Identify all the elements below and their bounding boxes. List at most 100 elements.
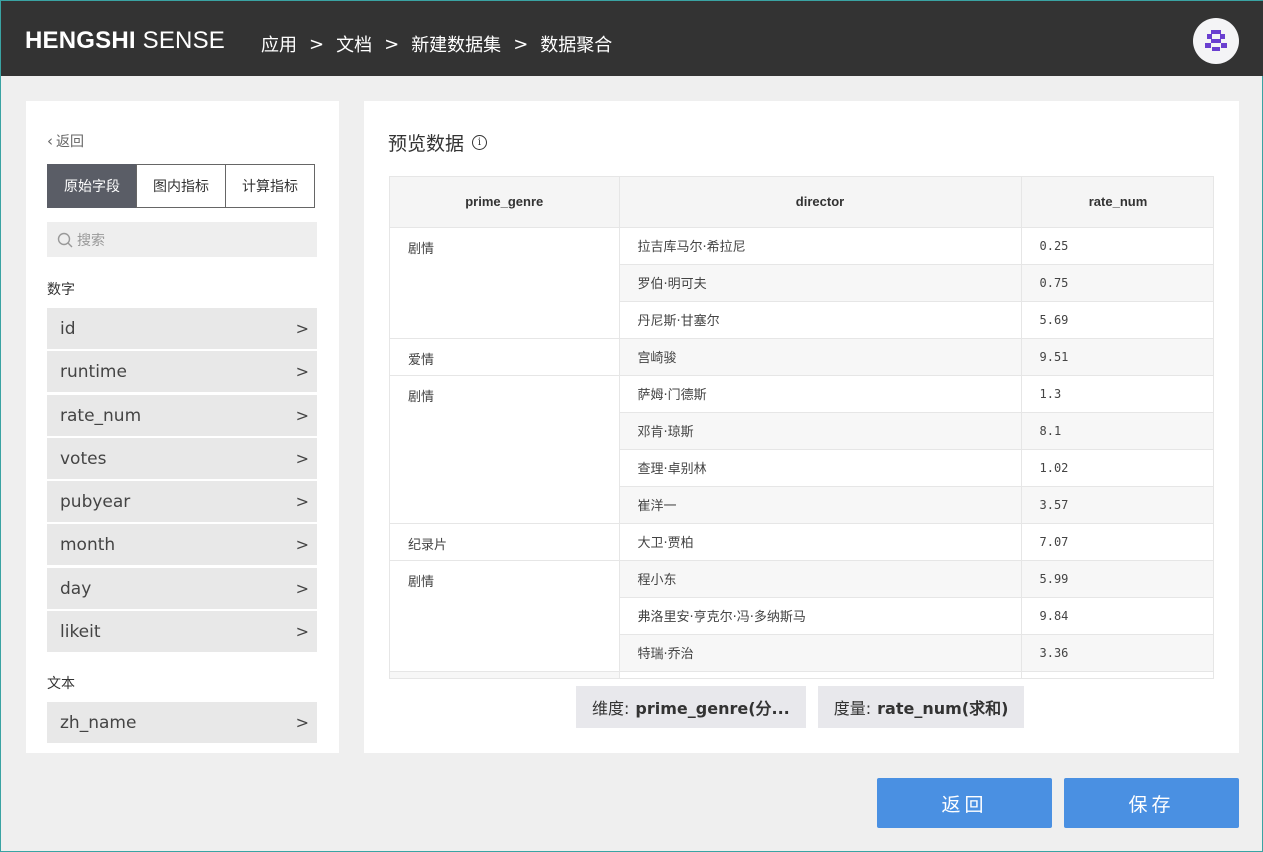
table-row: 剧情 拉吉库马尔·希拉尼 0.25 — [390, 227, 1213, 339]
director-cell: 萨姆·门德斯 — [619, 375, 1022, 413]
rate-num-cell: 1.02 — [1021, 449, 1213, 487]
director-cell: 丹尼斯·甘塞尔 — [619, 301, 1022, 339]
field-item-id[interactable]: id > — [47, 308, 317, 349]
rate-num-cell: 5.99 — [1021, 560, 1213, 598]
preview-title-text: 预览数据 — [388, 133, 465, 155]
table-body: 剧情 拉吉库马尔·希拉尼 0.25 罗伯·明可夫 0.75 丹尼斯·甘塞尔 5.69 爱情 宫崎… — [390, 227, 1213, 678]
search-input[interactable]: 搜索 — [47, 222, 317, 257]
rate-num-cell: 9.51 — [1021, 338, 1213, 376]
save-button[interactable]: 保存 — [1064, 778, 1239, 828]
rate-num-cell: 9.84 — [1021, 597, 1213, 635]
field-tabs: 原始字段 图内指标 计算指标 — [47, 164, 315, 208]
info-icon[interactable]: i — [472, 135, 488, 150]
breadcrumb-separator: > — [513, 33, 529, 55]
chevron-right-icon: > — [295, 713, 309, 732]
genre-cell: 爱情 — [390, 338, 620, 376]
dimension-key: 维度: — [592, 699, 630, 718]
table-row — [390, 671, 1213, 678]
breadcrumb-item-docs[interactable]: 文档 — [336, 31, 372, 57]
breadcrumb-item-app[interactable]: 应用 — [261, 31, 297, 57]
rate-num-cell: 1.3 — [1021, 375, 1213, 413]
pixel-avatar-icon — [1205, 30, 1227, 51]
director-cell: 拉吉库马尔·希拉尼 — [619, 227, 1022, 265]
avatar[interactable] — [1193, 18, 1239, 64]
chevron-right-icon: > — [295, 535, 309, 554]
table-row: 纪录片 大卫·贾柏 7.07 — [390, 523, 1213, 561]
rate-num-cell: 8.1 — [1021, 412, 1213, 450]
column-header: director — [619, 177, 1022, 228]
chevron-right-icon: > — [295, 319, 309, 338]
preview-title: 预览数据 i — [388, 129, 488, 156]
breadcrumb-item-new-dataset[interactable]: 新建数据集 — [411, 31, 501, 57]
preview-panel: 预览数据 i prime_genre director rate_num 剧情拉… — [364, 101, 1239, 753]
dimension-value: prime_genre(分... — [635, 699, 790, 718]
table-row: 剧情 萨姆·门德斯 1.3 — [390, 375, 1213, 524]
breadcrumb-separator: > — [384, 33, 400, 55]
breadcrumb-separator: > — [309, 33, 325, 55]
field-item-pubyear[interactable]: pubyear > — [47, 481, 317, 522]
director-cell: 宫崎骏 — [619, 338, 1022, 376]
measure-key: 度量: — [833, 699, 872, 718]
field-label: pubyear — [60, 491, 131, 512]
rate-num-cell: 3.57 — [1021, 486, 1213, 524]
field-label: month — [60, 534, 116, 555]
field-item-zh-name[interactable]: zh_name > — [47, 702, 317, 743]
field-item-month[interactable]: month > — [47, 524, 317, 565]
back-link[interactable]: ‹ 返回 — [47, 131, 84, 151]
field-label: runtime — [60, 361, 127, 382]
search-placeholder: 搜索 — [77, 232, 105, 249]
chevron-right-icon: > — [295, 406, 309, 425]
chevron-right-icon: > — [295, 362, 309, 381]
tab-chart-metrics[interactable]: 图内指标 — [136, 164, 226, 208]
field-panel: ‹ 返回 原始字段 图内指标 计算指标 搜索 数字 id > runtime > r… — [26, 101, 339, 753]
rate-num-cell: 3.36 — [1021, 634, 1213, 672]
field-item-likeit[interactable]: likeit > — [47, 611, 317, 652]
measure-value: rate_num(求和) — [877, 699, 1009, 718]
brand-logo[interactable]: HENGSHI SENSE — [25, 27, 225, 55]
empty-cell — [1021, 671, 1213, 678]
director-cell: 程小东 — [619, 560, 1022, 598]
back-button[interactable]: 返回 — [877, 778, 1052, 828]
rate-num-cell: 0.25 — [1021, 227, 1213, 265]
empty-cell — [390, 671, 620, 678]
preview-table[interactable]: prime_genre director rate_num 剧情 拉吉库马尔·希拉… — [389, 176, 1214, 679]
tab-calculated-metrics[interactable]: 计算指标 — [225, 164, 315, 208]
breadcrumb-item-aggregation: 数据聚合 — [540, 35, 613, 56]
number-section-label: 数字 — [47, 282, 75, 298]
director-cell: 大卫·贾柏 — [619, 523, 1022, 561]
genre-cell: 剧情 — [390, 227, 620, 339]
table-header-row: prime_genre director rate_num — [390, 177, 1213, 228]
genre-cell: 剧情 — [390, 375, 620, 524]
column-header: prime_genre — [390, 177, 620, 228]
genre-cell: 纪录片 — [390, 523, 620, 561]
field-label: day — [60, 578, 92, 599]
measure-chip[interactable]: 度量: rate_num(求和) — [817, 686, 1025, 728]
director-cell: 特瑞·乔治 — [619, 634, 1022, 672]
rate-num-cell: 5.69 — [1021, 301, 1213, 339]
field-item-day[interactable]: day > — [47, 568, 317, 609]
aggregation-summary: 维度: prime_genre(分... 度量: rate_num(求和) — [576, 686, 1025, 728]
breadcrumb: 应用 > 文档 > 新建数据集 > 数据聚合 — [261, 31, 612, 57]
genre-cell: 剧情 — [390, 560, 620, 672]
field-item-rate-num[interactable]: rate_num > — [47, 395, 317, 436]
chevron-right-icon: > — [295, 622, 309, 641]
column-header: rate_num — [1021, 177, 1213, 228]
director-cell: 崔洋一 — [619, 486, 1022, 524]
field-item-votes[interactable]: votes > — [47, 438, 317, 479]
director-cell: 弗洛里安·亨克尔·冯·多纳斯马 — [619, 597, 1022, 635]
field-label: votes — [60, 448, 107, 469]
top-bar: HENGSHI SENSE 应用 > 文档 > 新建数据集 > 数据聚合 — [1, 1, 1263, 76]
field-label: likeit — [60, 621, 101, 642]
empty-cell — [619, 671, 1022, 678]
search-icon — [57, 232, 73, 247]
chevron-left-icon: ‹ — [47, 132, 53, 150]
tab-original-fields[interactable]: 原始字段 — [47, 164, 137, 208]
back-link-label: 返回 — [56, 134, 84, 150]
dimension-chip[interactable]: 维度: prime_genre(分... — [576, 686, 806, 728]
director-cell: 查理·卓别林 — [619, 449, 1022, 487]
chevron-right-icon: > — [295, 449, 309, 468]
director-cell: 罗伯·明可夫 — [619, 264, 1022, 302]
field-item-runtime[interactable]: runtime > — [47, 351, 317, 392]
text-section-label: 文本 — [47, 676, 75, 692]
director-cell: 邓肯·琼斯 — [619, 412, 1022, 450]
